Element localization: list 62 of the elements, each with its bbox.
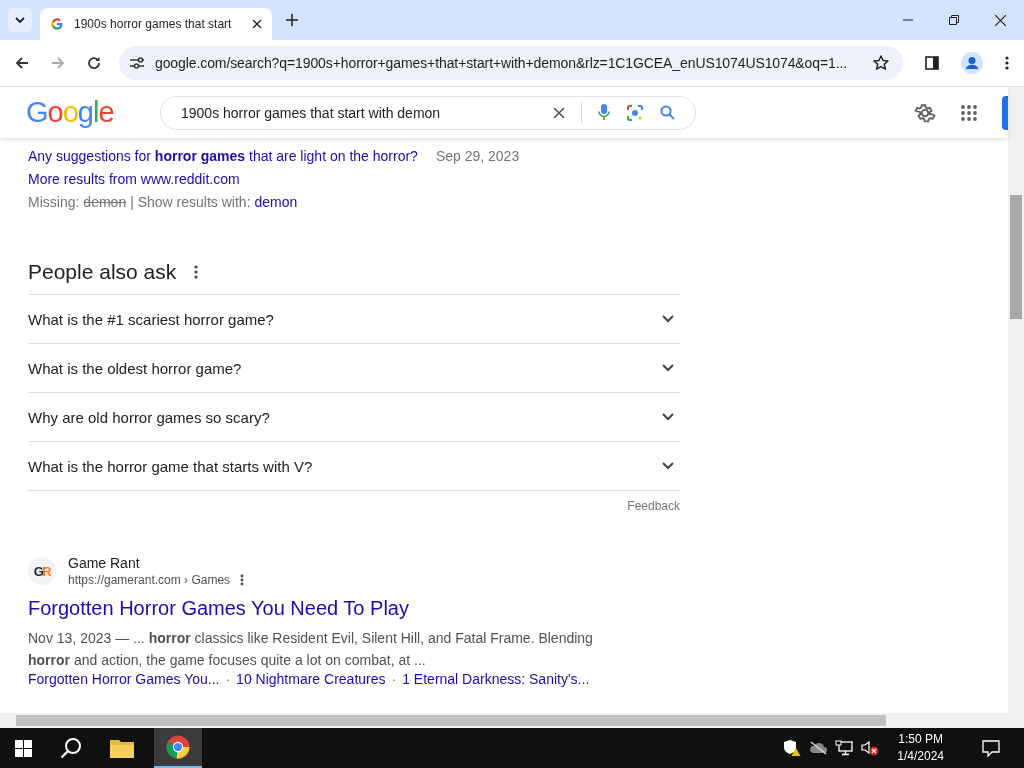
feedback-link[interactable]: Feedback xyxy=(627,499,680,513)
result-snippet: Nov 13, 2023 — ... horror classics like Resident Evil, Silent Hill, and Fatal Frame. Blending horror and action, the game focuses quite a lot on combat, at ... xyxy=(28,629,594,670)
more-options-icon[interactable] xyxy=(194,265,199,279)
bookmark-star-icon[interactable] xyxy=(873,55,889,71)
caret-icon xyxy=(15,17,25,23)
missing-term: demon xyxy=(83,194,127,210)
microphone-icon[interactable] xyxy=(598,104,610,121)
browser-logo-icon xyxy=(166,735,190,759)
tab-title: 1900s horror games that start xyxy=(74,17,233,31)
folder-icon[interactable] xyxy=(110,738,134,758)
result-title-link[interactable]: Forgotten Horror Games You Need To Play xyxy=(28,595,680,621)
apps-grid-icon[interactable] xyxy=(961,104,977,121)
new-tab-icon[interactable] xyxy=(286,14,298,26)
browser-tab[interactable]: 1900s horror games that start xyxy=(40,8,272,40)
more-menu-icon[interactable] xyxy=(1005,56,1009,70)
clock[interactable]: 1:50 PM 1/4/2024 xyxy=(897,731,944,765)
notifications-icon[interactable] xyxy=(982,739,1000,757)
network-icon[interactable] xyxy=(835,740,854,756)
result-url: https://gamerant.com › Games xyxy=(68,573,231,587)
google-g-icon xyxy=(50,17,64,31)
sitelink[interactable]: Forgotten Horror Games You... xyxy=(28,671,220,687)
profile-avatar-icon[interactable] xyxy=(961,52,983,74)
separator: · xyxy=(391,671,397,687)
missing-label: Missing: xyxy=(28,194,80,210)
side-panel-icon[interactable] xyxy=(925,56,939,70)
close-icon[interactable] xyxy=(995,14,1006,26)
sitelink[interactable]: 10 Nightmare Creatures xyxy=(236,671,386,687)
settings-icon[interactable] xyxy=(914,101,936,124)
result-link[interactable]: Any suggestions for horror games that are light on the horror? xyxy=(28,148,418,164)
restore-icon[interactable] xyxy=(949,15,959,25)
more-results-link[interactable]: More results from www.reddit.com xyxy=(28,168,680,190)
question-row[interactable]: Why are old horror games so scary? xyxy=(28,393,680,442)
clear-icon[interactable] xyxy=(553,106,565,119)
show-results-label: | Show results with: xyxy=(130,194,251,210)
search-icon[interactable] xyxy=(60,737,82,759)
question-row[interactable]: What is the #1 scariest horror game? xyxy=(28,295,680,344)
tab-search-button[interactable] xyxy=(8,8,32,32)
question-row[interactable]: What is the horror game that starts with V? xyxy=(28,442,680,491)
section-heading: People also ask xyxy=(28,260,177,284)
browser-taskbar-button[interactable] xyxy=(154,728,202,768)
question-row[interactable]: What is the oldest horror game? xyxy=(28,344,680,393)
windows-logo-icon[interactable] xyxy=(15,739,32,757)
vertical-scrollbar[interactable] xyxy=(1008,87,1024,713)
speaker-muted-icon[interactable] xyxy=(861,740,880,756)
google-logo[interactable]: Google xyxy=(26,96,118,129)
close-icon[interactable] xyxy=(252,19,262,29)
more-options-icon[interactable] xyxy=(240,574,245,586)
address-bar[interactable]: google.com/search?q=1900s+horror+games+that+start+with+demon&rlz=1C1GCEA_enUS1074US1074&oq=1... xyxy=(119,46,903,80)
sign-in-button[interactable] xyxy=(1002,95,1008,130)
reload-icon[interactable] xyxy=(87,56,101,70)
site-favicon: GR xyxy=(28,557,56,585)
separator: · xyxy=(225,671,231,687)
show-results-link[interactable]: demon xyxy=(254,194,298,210)
cloud-off-icon[interactable] xyxy=(809,741,828,755)
shield-warning-icon[interactable] xyxy=(783,739,802,757)
horizontal-scrollbar[interactable] xyxy=(0,713,1024,728)
post-date: Sep 29, 2023 xyxy=(435,148,520,164)
camera-lens-icon[interactable] xyxy=(626,103,644,122)
back-arrow-icon[interactable] xyxy=(15,56,29,70)
site-name: Game Rant xyxy=(68,555,141,571)
site-settings-icon[interactable] xyxy=(129,56,145,70)
sitelink[interactable]: 1 Eternal Darkness: Sanity's... xyxy=(402,671,590,687)
